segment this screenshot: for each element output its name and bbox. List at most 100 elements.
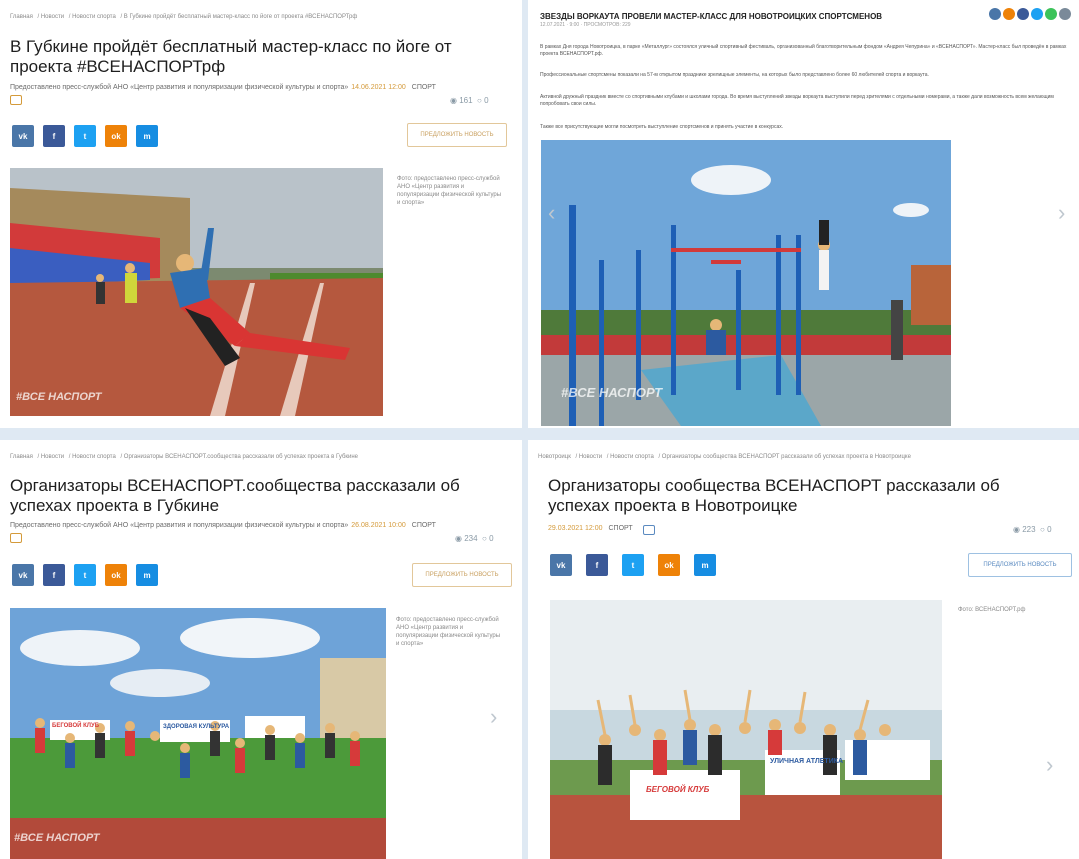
suggest-news-button[interactable]: ПРЕДЛОЖИТЬ НОВОСТЬ — [968, 553, 1072, 577]
vk-share-icon[interactable]: vk — [12, 564, 34, 586]
eye-icon: ◉ — [1013, 525, 1020, 534]
suggest-news-button[interactable]: ПРЕДЛОЖИТЬ НОВОСТЬ — [407, 123, 507, 147]
vk-share-icon[interactable] — [989, 8, 1001, 20]
views-count: 223 — [1022, 525, 1036, 534]
article-meta: 12.07.2021 · 9:00 · ПРОСМОТРОВ: 229 — [540, 22, 631, 28]
source-text: Предоставлено пресс-службой АНО «Центр р… — [10, 522, 349, 529]
twitter-share-icon[interactable]: t — [74, 564, 96, 586]
article-meta: Предоставлено пресс-службой АНО «Центр р… — [10, 84, 436, 91]
paragraph: Профессиональные спортсмены показали на … — [540, 72, 929, 78]
facebook-share-icon[interactable]: f — [43, 564, 65, 586]
suggest-news-button[interactable]: ПРЕДЛОЖИТЬ НОВОСТЬ — [412, 563, 512, 587]
breadcrumb-item[interactable]: Новотроицк — [538, 454, 571, 460]
page-title: ЗВЕЗДЫ ВОРКАУТА ПРОВЕЛИ МАСТЕР-КЛАСС ДЛЯ… — [540, 12, 883, 21]
source-text: Предоставлено пресс-службой АНО «Центр р… — [10, 84, 349, 91]
next-arrow-icon[interactable]: › — [1058, 200, 1065, 226]
breadcrumb-item[interactable]: / Новости спорта — [607, 454, 654, 460]
twitter-share-icon[interactable]: t — [74, 125, 96, 147]
breadcrumb-item: / Организаторы сообщества ВСЕНАСПОРТ рас… — [658, 454, 911, 460]
whatsapp-share-icon[interactable] — [1045, 8, 1057, 20]
facebook-share-icon[interactable]: f — [43, 125, 65, 147]
twitter-share-icon[interactable]: t — [622, 554, 644, 576]
article-panel-gubkin-yoga: Главная / Новости / Новости спорта / В Г… — [0, 0, 522, 428]
paragraph: В рамках Дня города Новотроицка, в парке… — [540, 44, 1067, 57]
article-photo — [550, 600, 942, 859]
paragraph: Также все присутствующие могли посмотрет… — [540, 124, 784, 130]
facebook-share-icon[interactable] — [1017, 8, 1029, 20]
breadcrumb-item[interactable]: Главная — [10, 14, 33, 20]
category-icon[interactable] — [10, 533, 22, 543]
group-photo-novotroitsk — [550, 600, 942, 859]
facebook-share-icon[interactable]: f — [586, 554, 608, 576]
comment-icon: ○ — [1040, 525, 1045, 534]
comment-icon: ○ — [482, 534, 487, 543]
article-photo: #ВСЕ НАСПОРТ — [10, 168, 383, 416]
views-count: 161 — [459, 96, 473, 105]
article-meta: Предоставлено пресс-службой АНО «Центр р… — [10, 522, 436, 529]
comments-count: 0 — [489, 534, 494, 543]
comments-count: 0 — [1047, 525, 1052, 534]
odnoklassniki-share-icon[interactable]: ok — [105, 564, 127, 586]
tag[interactable]: СПОРТ — [609, 525, 633, 532]
share-bar: vk f t ok m — [550, 554, 716, 576]
tag[interactable]: СПОРТ — [412, 522, 436, 529]
breadcrumb-item[interactable]: / Новости — [38, 14, 65, 20]
breadcrumb-item[interactable]: / Новости — [576, 454, 603, 460]
vk-share-icon[interactable]: vk — [12, 125, 34, 147]
eye-icon: ◉ — [450, 96, 457, 105]
breadcrumb-item[interactable]: / Новости спорта — [69, 454, 116, 460]
eye-icon: ◉ — [455, 534, 462, 543]
banner-text: ЗДОРОВАЯ КУЛЬТУРА — [163, 724, 230, 730]
article-panel-gubkin-community: Главная / Новости / Новости спорта / Орг… — [0, 440, 522, 859]
date: 26.08.2021 10:00 — [351, 522, 406, 529]
watermark: #ВСЕ НАСПОРТ — [16, 391, 102, 403]
category-icon[interactable] — [643, 525, 655, 535]
article-photo: #ВСЕ НАСПОРТ — [10, 608, 386, 859]
banner-text: БЕГОВОЙ КЛУБ — [52, 723, 100, 729]
next-arrow-icon[interactable]: › — [1046, 752, 1053, 778]
date: 29.03.2021 12:00 — [548, 525, 603, 532]
prev-arrow-icon[interactable]: ‹ — [548, 200, 555, 226]
next-arrow-icon[interactable]: › — [490, 704, 497, 730]
watermark: #ВСЕ НАСПОРТ — [14, 832, 100, 844]
mail-share-icon[interactable]: m — [136, 125, 158, 147]
comment-icon: ○ — [477, 96, 482, 105]
page-title: Организаторы ВСЕНАСПОРТ.сообщества расск… — [10, 476, 460, 515]
odnoklassniki-share-icon[interactable]: ok — [105, 125, 127, 147]
banner-text: УЛИЧНАЯ АТЛЕТИКА — [770, 758, 844, 765]
breadcrumb-item[interactable]: / Новости — [38, 454, 65, 460]
stats: ◉ 223 ○ 0 — [1013, 525, 1052, 534]
workout-photo — [541, 140, 951, 426]
paragraph: Активной дружный праздник вместе со спор… — [540, 94, 1054, 107]
category-icon[interactable] — [10, 95, 22, 105]
photo-credit: Фото: ВСЕНАСПОРТ.рф — [958, 607, 1026, 613]
date: 14.06.2021 12:00 — [351, 84, 406, 91]
telegram-share-icon[interactable] — [1031, 8, 1043, 20]
breadcrumb-item[interactable]: / Новости спорта — [69, 14, 116, 20]
banner-text: БЕГОВОЙ КЛУБ — [646, 785, 710, 794]
page-title: В Губкине пройдёт бесплатный мастер-клас… — [10, 37, 452, 76]
yoga-stadium-photo — [10, 168, 383, 416]
breadcrumb: Новотроицк / Новости / Новости спорта / … — [538, 454, 914, 460]
viber-share-icon[interactable] — [1059, 8, 1071, 20]
article-panel-workout: ЗВЕЗДЫ ВОРКАУТА ПРОВЕЛИ МАСТЕР-КЛАСС ДЛЯ… — [528, 0, 1079, 428]
breadcrumb-item[interactable]: Главная — [10, 454, 33, 460]
views-count: 234 — [464, 534, 478, 543]
tag[interactable]: СПОРТ — [412, 84, 436, 91]
odnoklassniki-share-icon[interactable]: ok — [658, 554, 680, 576]
mail-share-icon[interactable]: m — [694, 554, 716, 576]
article-meta: 29.03.2021 12:00 СПОРТ — [548, 525, 633, 532]
odnoklassniki-share-icon[interactable] — [1003, 8, 1015, 20]
breadcrumb: Главная / Новости / Новости спорта / В Г… — [10, 14, 360, 20]
photo-credit: Фото: предоставлено пресс-службой АНО «Ц… — [396, 617, 501, 647]
stats: ◉ 161 ○ 0 — [450, 96, 489, 105]
vk-share-icon[interactable]: vk — [550, 554, 572, 576]
article-panel-novotroitsk: Новотроицк / Новости / Новости спорта / … — [528, 440, 1079, 859]
stats: ◉ 234 ○ 0 — [455, 534, 494, 543]
mail-share-icon[interactable]: m — [136, 564, 158, 586]
watermark: #ВСЕ НАСПОРТ — [561, 385, 663, 400]
share-bar: vk f t ok m — [12, 125, 158, 147]
share-bar — [989, 8, 1071, 20]
photo-credit: Фото: предоставлено пресс-службой АНО «Ц… — [397, 176, 502, 206]
breadcrumb: Главная / Новости / Новости спорта / Орг… — [10, 454, 361, 460]
